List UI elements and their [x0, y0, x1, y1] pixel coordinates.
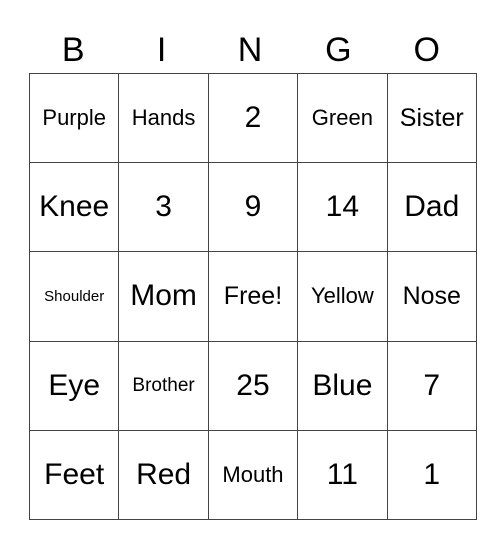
- bingo-cell[interactable]: Purple: [28, 72, 120, 164]
- header-letter-n: N: [237, 31, 263, 69]
- bingo-cell[interactable]: 14: [297, 162, 388, 253]
- bingo-cell[interactable]: Blue: [297, 340, 388, 431]
- bingo-cell[interactable]: Mouth: [207, 429, 299, 520]
- bingo-cell[interactable]: Sister: [386, 72, 477, 164]
- bingo-cell-free[interactable]: Free!: [207, 251, 299, 342]
- header-letter-g: G: [325, 31, 352, 69]
- bingo-cell[interactable]: Feet: [28, 429, 120, 520]
- bingo-cell[interactable]: 2: [207, 72, 299, 164]
- header-letter-b: B: [61, 31, 85, 69]
- bingo-cell[interactable]: 9: [207, 162, 299, 253]
- bingo-cell[interactable]: Yellow: [297, 251, 388, 342]
- bingo-card-grid: Purple Hands 2 Green Sister Knee 3 9 14 …: [28, 72, 477, 520]
- bingo-cell[interactable]: Shoulder: [28, 251, 120, 342]
- bingo-cell[interactable]: Hands: [118, 72, 209, 164]
- bingo-row: Knee 3 9 14 Dad: [28, 162, 477, 253]
- bingo-row: Shoulder Mom Free! Yellow Nose: [28, 251, 477, 342]
- bingo-cell[interactable]: 11: [297, 429, 388, 520]
- bingo-cell[interactable]: Brother: [118, 340, 209, 431]
- bingo-cell[interactable]: Mom: [118, 251, 209, 342]
- bingo-cell[interactable]: Green: [297, 72, 388, 164]
- bingo-header: B I N G O: [29, 30, 471, 70]
- bingo-row: Purple Hands 2 Green Sister: [28, 72, 477, 164]
- header-letter-o: O: [413, 31, 440, 69]
- bingo-cell[interactable]: 3: [118, 162, 209, 253]
- bingo-cell[interactable]: 7: [386, 340, 477, 431]
- bingo-cell[interactable]: 25: [207, 340, 299, 431]
- bingo-row: Feet Red Mouth 11 1: [28, 429, 477, 520]
- bingo-cell[interactable]: Dad: [386, 162, 477, 253]
- bingo-row: Eye Brother 25 Blue 7: [28, 340, 477, 431]
- bingo-cell[interactable]: Nose: [386, 251, 477, 342]
- bingo-cell[interactable]: 1: [386, 429, 477, 520]
- bingo-cell[interactable]: Red: [118, 429, 209, 520]
- header-letter-i: I: [156, 31, 167, 69]
- bingo-cell[interactable]: Eye: [28, 340, 120, 431]
- bingo-cell[interactable]: Knee: [28, 162, 120, 253]
